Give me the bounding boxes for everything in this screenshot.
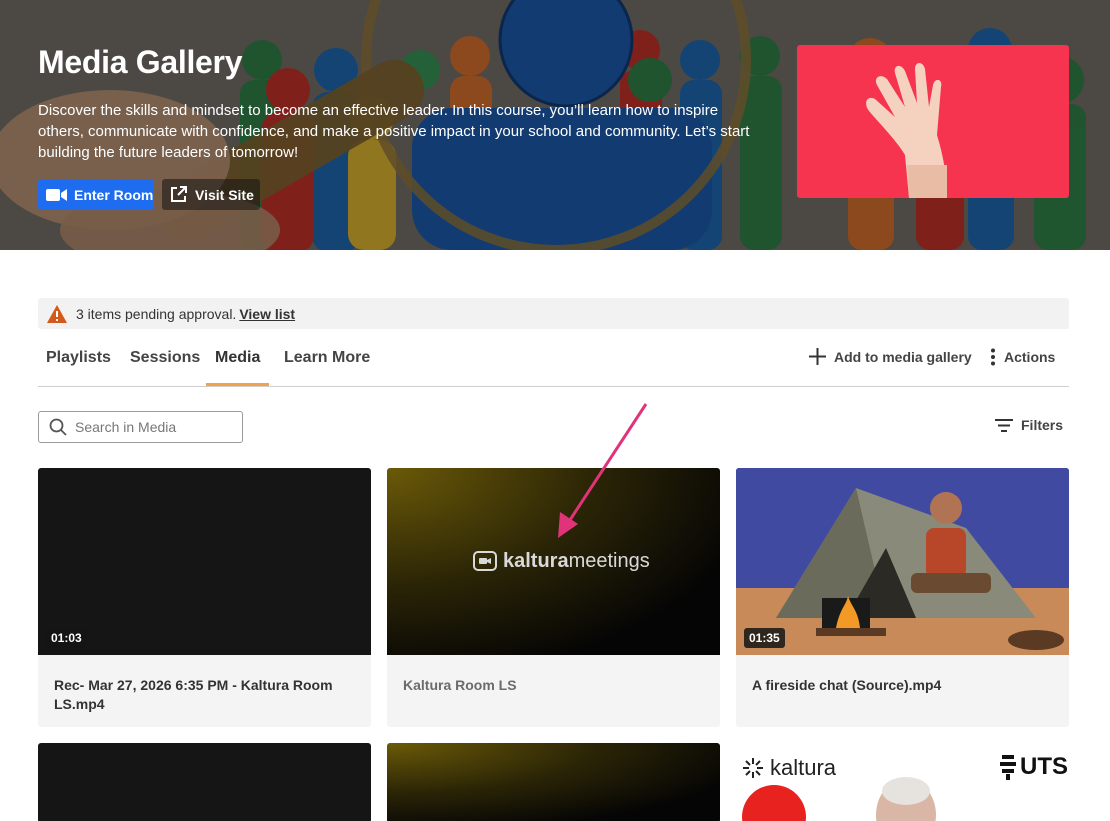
pending-approval-alert: 3 items pending approval. View list [38, 298, 1069, 329]
add-to-media-gallery-label: Add to media gallery [834, 348, 972, 365]
hero-video-thumbnail[interactable] [797, 45, 1069, 198]
tab-media[interactable]: Media [206, 338, 270, 386]
search-icon [49, 418, 67, 436]
meetings-logo-word: meetings [568, 550, 650, 572]
fireside-scene-image [736, 468, 1069, 655]
media-title[interactable]: Kaltura Room LS [403, 676, 703, 695]
hero-description: Discover the skills and mindset to becom… [38, 102, 750, 161]
filters-label: Filters [1021, 417, 1064, 433]
enter-room-label: Enter Room [74, 186, 154, 203]
media-thumbnail[interactable] [38, 743, 371, 821]
chat-bubble-icon [473, 550, 497, 571]
media-thumbnail[interactable] [38, 468, 371, 655]
search-input[interactable] [75, 419, 235, 435]
kaltura-meetings-logo: kalturameetings [473, 550, 650, 573]
tab-playlists[interactable]: Playlists [46, 338, 111, 386]
actions-menu-button[interactable]: Actions [990, 348, 1055, 366]
search-box[interactable] [38, 411, 243, 443]
view-list-link[interactable]: View list [239, 306, 295, 322]
kaltura-logo-word: kaltura [503, 550, 569, 572]
media-card[interactable]: 01:35 A fireside chat (Source).mp4 [736, 468, 1069, 727]
add-to-media-gallery-button[interactable]: Add to media gallery [809, 348, 972, 365]
vertical-dots-icon [990, 348, 996, 366]
actions-label: Actions [1004, 349, 1056, 365]
gallery-tabs: Playlists Sessions Media Learn More Add … [38, 338, 1069, 387]
alert-text: 3 items pending approval. [76, 305, 237, 322]
media-title[interactable]: A fireside chat (Source).mp4 [752, 676, 1052, 695]
filters-button[interactable]: Filters [995, 417, 1063, 433]
duration-badge: 01:03 [46, 628, 87, 648]
enter-room-button[interactable]: Enter Room [38, 179, 154, 210]
presenter-preview-image [742, 777, 936, 821]
plus-icon [809, 348, 826, 365]
media-thumbnail[interactable]: kaltura UTS [736, 743, 1069, 821]
tab-learn-more[interactable]: Learn More [284, 338, 370, 386]
media-thumbnail[interactable]: kalturameetings [387, 468, 720, 655]
media-title[interactable]: Rec- Mar 27, 2026 6:35 PM - Kaltura Room… [54, 676, 354, 714]
media-thumbnail[interactable] [387, 743, 720, 821]
raised-hand-image [866, 63, 947, 198]
media-card[interactable]: 01:03 Rec- Mar 27, 2026 6:35 PM - Kaltur… [38, 468, 371, 727]
visit-site-button[interactable]: Visit Site [162, 179, 260, 210]
visit-site-label: Visit Site [195, 186, 254, 203]
external-link-icon [170, 186, 187, 203]
media-card[interactable]: kalturameetings Kaltura Room LS [387, 468, 720, 727]
tab-sessions[interactable]: Sessions [130, 338, 200, 386]
page-title: Media Gallery [38, 44, 243, 80]
duration-badge: 01:35 [744, 628, 785, 648]
hero-banner: Media Gallery Discover the skills and mi… [0, 0, 1110, 250]
warning-triangle-icon [46, 304, 68, 324]
video-camera-icon [46, 187, 68, 203]
media-thumbnail[interactable] [736, 468, 1069, 655]
filter-lines-icon [995, 418, 1013, 433]
